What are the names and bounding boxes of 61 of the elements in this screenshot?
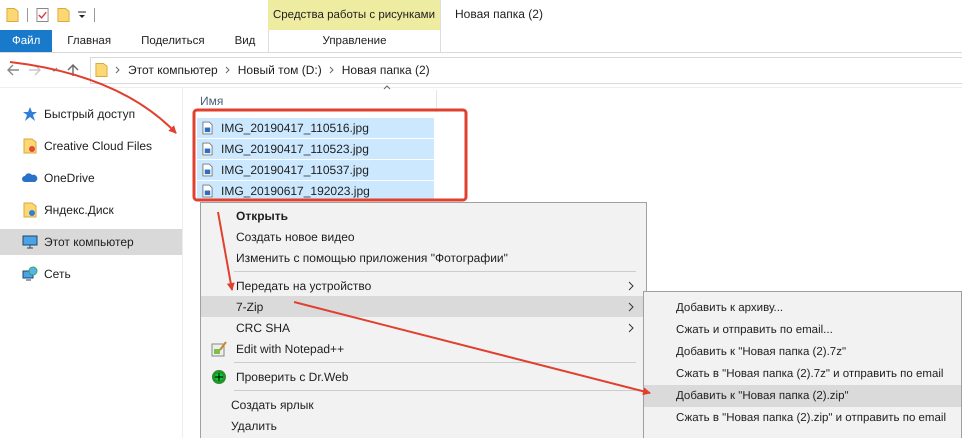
- ribbon-tab[interactable]: Управление: [268, 30, 440, 52]
- chevron-down-icon[interactable]: [50, 67, 58, 73]
- address-bar[interactable]: Этот компьютер Новый том (D:) Новая папка (2): [90, 56, 962, 84]
- file-item[interactable]: IMG_20190417_110537.jpg: [197, 160, 434, 180]
- column-header[interactable]: Имя: [197, 90, 437, 112]
- chevron-right-icon[interactable]: [224, 66, 231, 74]
- computer-icon: [22, 234, 38, 250]
- network-icon: [22, 266, 38, 282]
- chevron-right-icon[interactable]: [328, 66, 335, 74]
- menu-item[interactable]: Сжать в "Новая папка (2).zip" и отправить по email: [644, 407, 961, 429]
- star-icon: [22, 106, 38, 122]
- chevron-right-icon[interactable]: [115, 66, 121, 74]
- chevron-right-icon: [628, 302, 634, 312]
- file-item[interactable]: IMG_20190417_110516.jpg: [197, 118, 434, 138]
- folder-icon: [95, 62, 108, 78]
- menu-item[interactable]: Изменить с помощью приложения "Фотографии": [201, 247, 646, 268]
- menu-item[interactable]: CRC SHA: [201, 317, 646, 338]
- sidebar-item[interactable]: Creative Cloud Files: [0, 133, 182, 159]
- up-arrow-icon[interactable]: [66, 63, 80, 77]
- forward-arrow-icon[interactable]: [28, 63, 42, 77]
- file-item[interactable]: IMG_20190417_110523.jpg: [197, 139, 434, 159]
- ribbon-tab[interactable]: Вид: [220, 30, 270, 52]
- chevron-right-icon: [628, 280, 634, 290]
- breadcrumb[interactable]: Новая папка (2): [342, 63, 430, 77]
- properties-icon[interactable]: [36, 7, 49, 23]
- menu-item[interactable]: Добавить к "Новая папка (2).zip": [644, 385, 961, 407]
- sidebar-item[interactable]: Яндекс.Диск: [0, 197, 182, 223]
- sidebar-item[interactable]: Сеть: [0, 261, 182, 287]
- ribbon-tab[interactable]: Поделиться: [126, 30, 220, 52]
- chevron-right-icon: [628, 322, 634, 332]
- menu-item[interactable]: Удалить: [201, 415, 646, 436]
- sidebar-item[interactable]: Этот компьютер: [0, 229, 182, 255]
- menu-item[interactable]: Сжать в "Новая папка (2).7z" и отправить по email: [644, 363, 961, 385]
- image-file-icon: [202, 163, 213, 177]
- menu-item[interactable]: 7-Zip: [201, 296, 646, 317]
- folder-icon: [22, 138, 38, 154]
- menu-item[interactable]: Сжать и отправить по email...: [644, 319, 961, 341]
- menu-item[interactable]: Создать новое видео: [201, 226, 646, 247]
- ribbon-tab[interactable]: Главная: [52, 30, 126, 52]
- notepad-icon: [210, 340, 226, 356]
- image-file-icon: [202, 184, 213, 198]
- window-title: Новая папка (2): [454, 6, 543, 23]
- menu-item[interactable]: Edit with Notepad++: [201, 338, 646, 359]
- image-file-icon: [202, 142, 213, 156]
- context-tab-group: Средства работы с рисунками: [268, 0, 440, 30]
- menu-item[interactable]: Передать на устройство: [201, 275, 646, 296]
- menu-item[interactable]: Открыть: [201, 205, 646, 226]
- menu-item[interactable]: Добавить к архиву...: [644, 297, 961, 319]
- sidebar-item[interactable]: Быстрый доступ: [0, 101, 182, 127]
- menu-item[interactable]: Создать ярлык: [201, 394, 646, 415]
- sidebar-item[interactable]: OneDrive: [0, 165, 182, 191]
- sort-caret-icon: [383, 85, 391, 90]
- breadcrumb[interactable]: Новый том (D:): [238, 63, 322, 77]
- file-item[interactable]: IMG_20190617_192023.jpg: [197, 181, 434, 201]
- back-arrow-icon[interactable]: [6, 63, 20, 77]
- menu-item[interactable]: Добавить к "Новая папка (2).7z": [644, 341, 961, 363]
- image-file-icon: [202, 121, 213, 135]
- menu-item[interactable]: Проверить с Dr.Web: [201, 366, 646, 387]
- dropdown-icon[interactable]: [78, 11, 86, 19]
- folder-icon: [22, 202, 38, 218]
- breadcrumb[interactable]: Этот компьютер: [128, 63, 218, 77]
